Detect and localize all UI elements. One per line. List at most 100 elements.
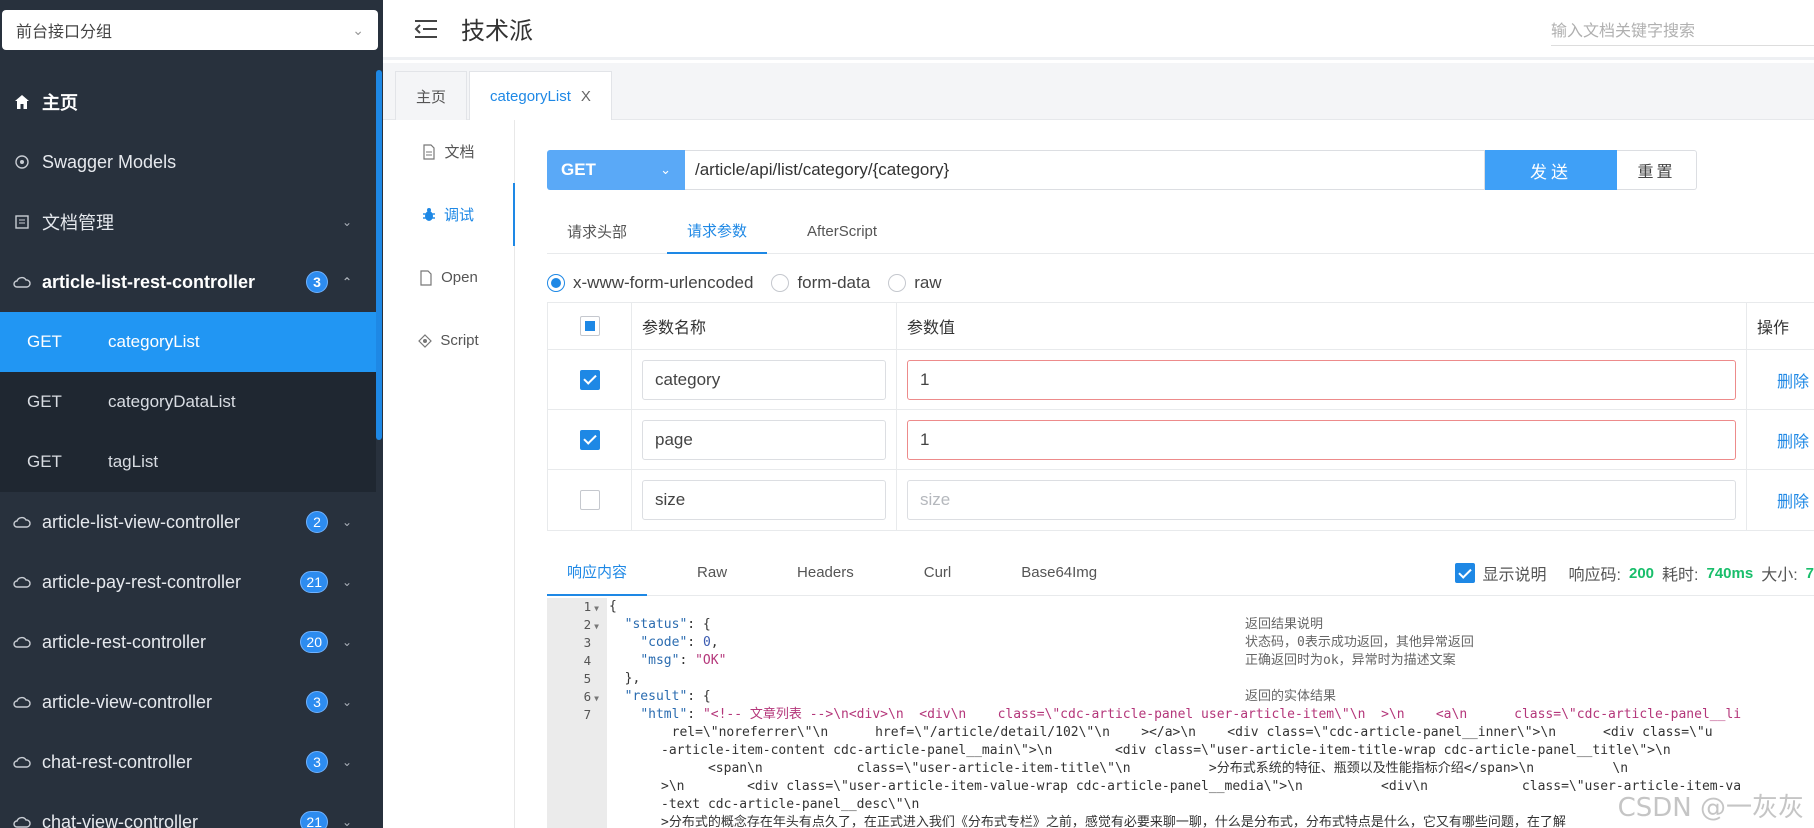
sidebar-controller-article-list-view[interactable]: article-list-view-controller 2 ⌄ [0,492,376,552]
sidebar-controller-chat-view[interactable]: chat-view-controller 21 ⌄ [0,792,376,828]
row-checkbox[interactable] [579,369,600,390]
side-tab-open[interactable]: Open [383,246,514,309]
side-tab-label: 调试 [443,207,474,224]
tab-response-headers[interactable]: Headers [777,550,874,596]
row-checkbox[interactable] [579,429,600,450]
side-tab-label: 文档 [444,144,475,161]
fold-icon[interactable]: ▼ [594,604,599,613]
tab-home[interactable]: 主页 [395,71,467,120]
radio-dot [547,274,565,292]
side-tabs: 文档 调试 Open Script [383,120,515,828]
tab-request-headers[interactable]: 请求头部 [547,208,647,254]
param-value-input[interactable]: 1 [907,419,1736,460]
param-value-input[interactable]: 1 [907,359,1736,400]
tab-afterscript[interactable]: AfterScript [787,208,897,254]
sidebar-controller-chat-rest[interactable]: chat-rest-controller 3 ⌄ [0,732,376,792]
sidebar-controller-article-list-rest[interactable]: article-list-rest-controller 3 ⌃ [0,252,376,312]
param-name-input[interactable]: size [642,480,886,520]
table-row: size size 删除 [548,470,1814,530]
search-placeholder: 输入文档关键字搜索 [1551,22,1696,40]
select-all-checkbox[interactable] [579,316,600,336]
col-param-name: 参数名称 [632,303,897,349]
line-number: 6 [583,689,592,704]
delete-link[interactable]: 删除 [1757,488,1809,512]
show-desc-checkbox[interactable] [1454,563,1475,583]
line-number: 1 [583,599,592,614]
sidebar-item-doc-manage[interactable]: 文档管理 ⌄ [0,192,376,252]
status-code: 200 [1629,564,1655,582]
chevron-down-icon: ⌄ [341,515,353,529]
side-tab-script[interactable]: Script [383,309,514,372]
api-item-categorylist[interactable]: GET categoryList [0,312,376,372]
delete-link[interactable]: 删除 [1757,428,1809,452]
search-input[interactable]: 输入文档关键字搜索 [1551,8,1814,46]
sidebar-item-swagger-models[interactable]: Swagger Models [0,132,376,192]
menu-collapse-icon[interactable] [413,18,439,40]
line-number: 7 [583,707,592,722]
table-row: page 1 删除 [548,410,1814,470]
api-item-taglist[interactable]: GET tagList [0,432,376,492]
tab-response-content[interactable]: 响应内容 [547,550,648,596]
html-value-line: "<!-- 文章列表 -->\n<div>\n <div\n class=\"c… [702,707,1742,722]
reset-button[interactable]: 重置 [1617,150,1697,190]
sidebar-controller-article-view[interactable]: article-view-controller 3 ⌄ [0,672,376,732]
sidebar-controller-article-rest[interactable]: article-rest-controller 20 ⌄ [0,612,376,672]
api-list: GET categoryList GET categoryDataList GE… [0,312,376,492]
response-size: 7 [1805,564,1814,582]
radio-label: x-www-form-urlencoded [573,273,754,292]
param-name-input[interactable]: category [642,359,886,400]
code-comment: 返回结果说明 [1245,617,1324,632]
radio-form-data[interactable]: form-data [771,273,870,293]
time-label: 耗时: [1662,567,1699,584]
sidebar-scrollbar[interactable] [376,70,382,440]
side-tab-debug[interactable]: 调试 [383,183,515,246]
code-comment: 状态码，0表示成功返回，其他异常返回 [1245,635,1474,650]
fold-icon[interactable]: ▼ [594,622,599,631]
tab-categorylist[interactable]: categoryList X [469,71,612,120]
controller-label: article-view-controller [42,691,213,712]
api-method: GET [27,452,62,471]
method-select[interactable]: GET ⌄ [547,150,685,190]
api-name: categoryDataList [108,392,236,411]
tab-response-curl[interactable]: Curl [904,550,972,596]
url-value: /article/api/list/category/{category} [695,160,950,179]
url-input[interactable]: /article/api/list/category/{category} [685,150,1485,190]
row-checkbox[interactable] [579,490,600,510]
side-tab-label: Open [441,269,478,286]
group-select[interactable]: 前台接口分组 ⌄ [2,10,378,50]
close-icon[interactable]: X [581,88,591,105]
tab-request-params[interactable]: 请求参数 [667,208,768,254]
api-item-categorydatalist[interactable]: GET categoryDataList [0,372,376,432]
api-method: GET [27,332,62,351]
chevron-down-icon: ⌄ [341,215,353,229]
sidebar-menu: 主页 Swagger Models 文档管理 ⌄ article-list-re… [0,72,376,828]
sidebar-controller-article-pay-rest[interactable]: article-pay-rest-controller 21 ⌄ [0,552,376,612]
home-icon [12,92,32,112]
html-value-line: -article-item-content cdc-article-panel_… [661,743,1671,758]
tab-response-raw[interactable]: Raw [677,550,747,596]
controller-label: article-list-view-controller [42,511,241,532]
cloud-icon [12,572,32,592]
tab-response-base64img[interactable]: Base64Img [1001,550,1117,596]
chevron-down-icon: ⌄ [352,21,364,38]
group-select-value: 前台接口分组 [16,24,113,41]
tab-bar: 主页 categoryList X [383,63,1814,120]
watermark: CSDN @一灰灰 [1617,793,1804,823]
response-editor[interactable]: 1▼ 2▼ 3▼ 4▼ 5▼ 6▼ 7▼ { "status": {返回结果说明… [547,598,1814,828]
radio-urlencoded[interactable]: x-www-form-urlencoded [547,273,753,293]
count-badge: 3 [306,691,328,713]
side-tab-doc[interactable]: 文档 [383,120,514,183]
count-badge: 21 [300,811,328,828]
send-button[interactable]: 发送 [1485,150,1617,190]
fold-icon[interactable]: ▼ [594,694,599,703]
content-type-radios: x-www-form-urlencoded form-data raw [547,268,946,298]
radio-dot [771,274,790,292]
sidebar-item-home[interactable]: 主页 [0,72,376,132]
delete-link[interactable]: 删除 [1757,368,1809,392]
param-name-input[interactable]: page [642,419,886,460]
param-value-input[interactable]: size [907,480,1736,520]
top-bar: 技术派 输入文档关键字搜索 [383,0,1814,60]
radio-raw[interactable]: raw [888,273,942,293]
line-number: 3 [583,635,592,650]
tab-label: categoryList [490,87,571,105]
